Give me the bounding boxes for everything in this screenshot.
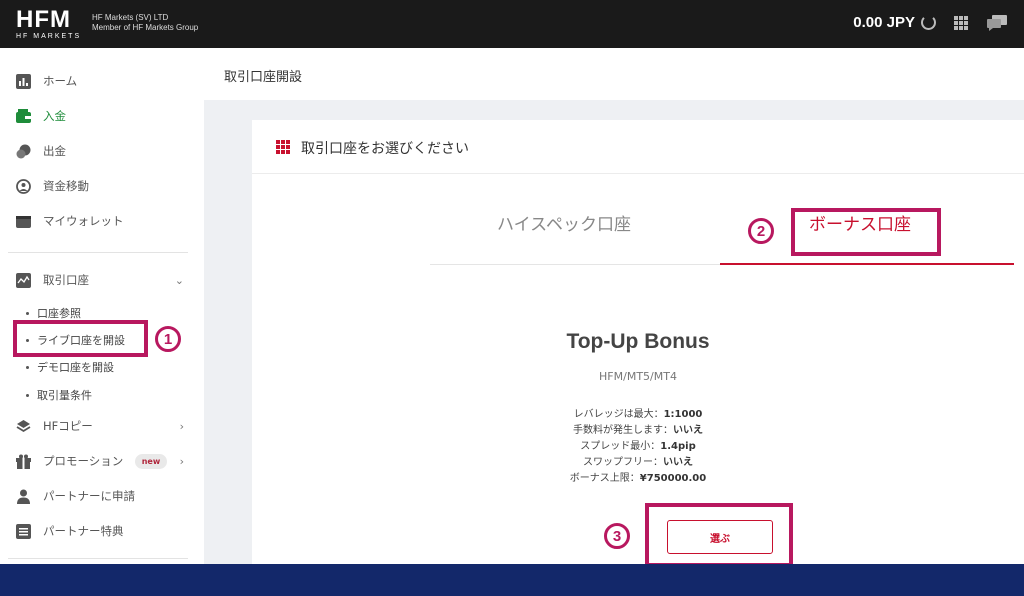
feature-label: レバレッジは最大： xyxy=(573,409,664,420)
sidebar-subitem-account-view[interactable]: 口座参照 xyxy=(26,305,81,321)
sidebar: ホーム 入金 出金 資金移動 マイウォレット 取引口座 ⌄ 口座参照 ライブ口座… xyxy=(0,48,204,564)
refresh-icon[interactable] xyxy=(921,15,936,30)
subitem-label: デモ口座を開設 xyxy=(37,361,114,374)
sidebar-item-withdraw[interactable]: 出金 xyxy=(0,133,204,169)
company-line-1: HF Markets (SV) LTD xyxy=(92,13,169,22)
balance-value: 0.00 JPY xyxy=(853,14,915,31)
feature-label: ボーナス上限： xyxy=(569,473,640,484)
highlight-box-select-button xyxy=(645,503,793,567)
sidebar-item-label: ホーム xyxy=(43,74,78,88)
wallet-icon xyxy=(16,215,31,228)
plan-title: Top-Up Bonus xyxy=(566,330,710,353)
company-line-2: Member of HF Markets Group xyxy=(92,23,199,32)
layers-icon xyxy=(16,419,31,432)
wallet-in-icon xyxy=(16,108,31,123)
plan-feature-bonus-cap: ボーナス上限：¥750000.00 xyxy=(252,469,1024,484)
feature-value: ¥750000.00 xyxy=(639,473,707,484)
bullet-icon xyxy=(26,365,29,369)
logo-subtext: HF MARKETS xyxy=(16,33,82,40)
active-tab-indicator xyxy=(720,263,1014,265)
bullet-icon xyxy=(26,393,29,397)
plan-feature-spread: スプレッド最小：1.4pip xyxy=(252,437,1024,452)
user-icon xyxy=(17,489,30,504)
chevron-right-icon: › xyxy=(179,419,184,433)
sidebar-item-label: HFコピー xyxy=(43,419,93,433)
card-header: 取引口座をお選びください xyxy=(252,120,1024,174)
annotation-number-2: 2 xyxy=(748,218,774,244)
sidebar-item-label: プロモーション xyxy=(43,454,124,468)
sidebar-item-home[interactable]: ホーム xyxy=(0,63,204,99)
highlight-box-bonus-tab xyxy=(791,208,941,256)
plan-platform: HFM/MT5/MT4 xyxy=(599,370,677,383)
company-info: HF Markets (SV) LTD Member of HF Markets… xyxy=(92,13,198,33)
sidebar-item-label: 資金移動 xyxy=(43,179,89,193)
sidebar-item-label: 出金 xyxy=(43,144,66,158)
feature-label: 手数料が発生します： xyxy=(573,425,673,436)
account-selection-card: 取引口座をお選びください ハイスペック口座 ボーナス口座 Top-Up Bonu… xyxy=(252,120,1024,564)
sidebar-item-label: 入金 xyxy=(43,109,66,123)
sidebar-item-apply-partner[interactable]: パートナーに申請 xyxy=(0,478,204,514)
transfer-icon xyxy=(16,178,31,194)
sidebar-item-hf-copy[interactable]: HFコピー › xyxy=(0,408,204,444)
highlight-box-live-account xyxy=(13,320,148,357)
sidebar-item-label: パートナーに申請 xyxy=(43,489,135,503)
plan-feature-leverage: レバレッジは最大：1:1000 xyxy=(252,405,1024,420)
subitem-label: 取引量条件 xyxy=(37,389,92,402)
feature-value: 1:1000 xyxy=(663,409,703,420)
sidebar-item-label: マイウォレット xyxy=(43,214,124,228)
feature-label: スプレッド最小： xyxy=(580,441,661,452)
subitem-label: 口座参照 xyxy=(37,307,81,320)
sidebar-item-label: 取引口座 xyxy=(43,273,89,287)
sidebar-item-trading-accounts[interactable]: 取引口座 ⌄ xyxy=(0,262,204,298)
chart-line-icon xyxy=(16,272,31,288)
feature-label: スワップフリー： xyxy=(583,457,663,468)
card-title: 取引口座をお選びください xyxy=(301,141,469,157)
grid-icon xyxy=(276,140,290,154)
logo-text: HFM xyxy=(16,6,71,33)
feature-value: いいえ xyxy=(663,457,693,468)
plan-feature-commission: 手数料が発生します：いいえ xyxy=(252,421,1024,436)
page-header: 取引口座開設 xyxy=(204,48,1024,100)
account-balance: 0.00 JPY xyxy=(853,14,936,31)
chat-icon[interactable] xyxy=(986,14,1008,32)
sidebar-item-transfer[interactable]: 資金移動 xyxy=(0,168,204,204)
sidebar-subitem-open-demo-account[interactable]: デモ口座を開設 xyxy=(26,359,114,375)
sidebar-item-label: パートナー特典 xyxy=(43,524,124,538)
new-badge: new xyxy=(135,453,167,469)
apps-grid-icon[interactable] xyxy=(954,16,968,30)
sidebar-divider xyxy=(8,558,188,559)
annotation-number-3: 3 xyxy=(604,523,630,549)
sidebar-divider xyxy=(8,252,188,253)
tab-high-spec-account[interactable]: ハイスペック口座 xyxy=(497,210,631,235)
top-header: HFM HF MARKETS HF Markets (SV) LTD Membe… xyxy=(0,0,1024,48)
list-icon xyxy=(16,523,31,539)
coins-icon xyxy=(16,144,31,158)
bullet-icon xyxy=(26,311,29,315)
sidebar-item-my-wallet[interactable]: マイウォレット xyxy=(0,203,204,239)
chevron-down-icon: ⌄ xyxy=(174,273,184,287)
hfm-logo[interactable]: HFM HF MARKETS xyxy=(16,6,82,41)
sidebar-item-partner-benefits[interactable]: パートナー特典 xyxy=(0,513,204,549)
chevron-right-icon: › xyxy=(179,454,184,468)
annotation-number-1: 1 xyxy=(155,326,181,352)
bar-chart-icon xyxy=(16,73,31,89)
footer-bar xyxy=(0,564,1024,596)
sidebar-subitem-volume-conditions[interactable]: 取引量条件 xyxy=(26,387,92,403)
page-title: 取引口座開設 xyxy=(224,70,303,85)
feature-value: 1.4pip xyxy=(660,441,696,452)
gift-icon xyxy=(16,454,31,469)
plan-feature-swap-free: スワップフリー：いいえ xyxy=(252,453,1024,468)
sidebar-item-deposit[interactable]: 入金 xyxy=(0,98,204,134)
sidebar-item-promotions[interactable]: プロモーション new › xyxy=(0,443,204,479)
feature-value: いいえ xyxy=(673,425,703,436)
